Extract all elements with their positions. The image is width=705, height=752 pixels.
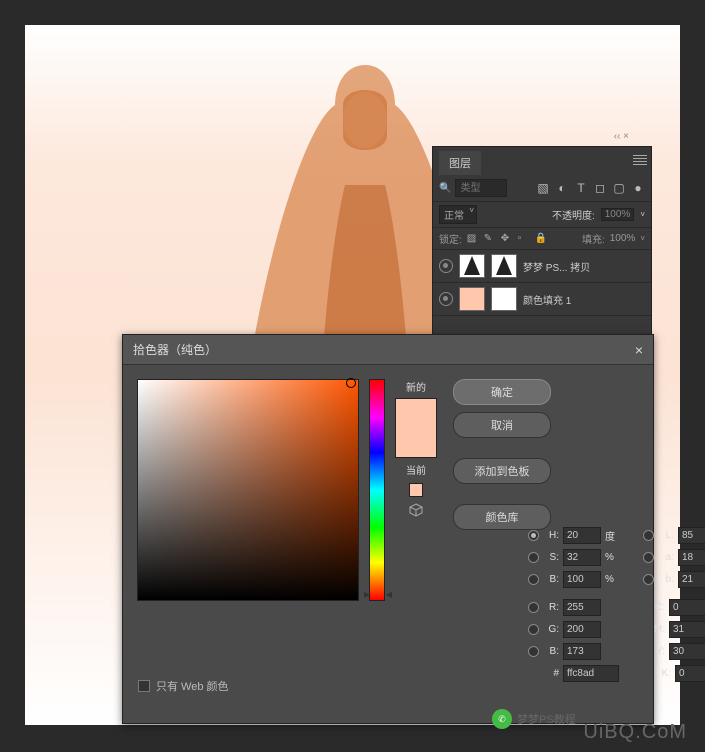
g-label: G:: [543, 624, 559, 635]
a-input[interactable]: [678, 549, 705, 566]
visibility-icon[interactable]: [439, 259, 453, 273]
sb-cursor[interactable]: [346, 378, 356, 388]
add-swatch-button[interactable]: 添加到色板: [453, 458, 551, 484]
filter-image-icon[interactable]: ▧: [536, 181, 550, 195]
color-picker-dialog: 拾色器（纯色） × ▶◀ 新的 当前 确定 取消 添加到色板 颜色库: [122, 334, 654, 724]
current-color-swatch[interactable]: [396, 428, 436, 457]
layers-panel: ‹‹ × 图层 🔍 ▧ ◐ T ◻ ▢ ● 正常 不透明度: 100% ˅ 锁定…: [432, 146, 652, 356]
lock-artboard-icon[interactable]: ▫: [518, 233, 530, 245]
layer-mask-thumbnail[interactable]: [491, 287, 517, 311]
cube-icon[interactable]: [409, 503, 423, 517]
lock-move-icon[interactable]: ✥: [501, 233, 513, 245]
filter-toggle-icon[interactable]: ●: [631, 181, 645, 195]
watermark-url: UiBQ.CoM: [583, 721, 687, 744]
color-compare-swatch: [395, 398, 437, 458]
fill-value[interactable]: 100%: [610, 233, 636, 244]
filter-adjust-icon[interactable]: ◐: [555, 181, 569, 195]
radio-h[interactable]: [528, 530, 539, 541]
opacity-label: 不透明度:: [552, 207, 595, 222]
layer-mask-thumbnail[interactable]: [491, 254, 517, 278]
websafe-swatch-icon[interactable]: [409, 483, 423, 497]
bb-label: B:: [543, 646, 559, 657]
web-only-label: 只有 Web 颜色: [156, 678, 229, 694]
lock-label: 锁定:: [439, 231, 462, 246]
filter-shape-icon[interactable]: ◻: [593, 181, 607, 195]
radio-b[interactable]: [643, 574, 654, 585]
visibility-icon[interactable]: [439, 292, 453, 306]
saturation-brightness-field[interactable]: [137, 379, 359, 601]
filter-smart-icon[interactable]: ▢: [612, 181, 626, 195]
r-label: R:: [543, 602, 559, 613]
h-input[interactable]: [563, 527, 601, 544]
web-only-checkbox-row[interactable]: 只有 Web 颜色: [138, 678, 229, 694]
k-label: K:: [649, 668, 671, 679]
watermark-brand: ✆ 梦梦PS教程: [492, 709, 576, 729]
panel-collapse-icon[interactable]: ‹‹ ×: [614, 131, 629, 142]
b-label: b:: [658, 574, 674, 585]
opacity-value[interactable]: 100%: [601, 208, 635, 221]
fill-label: 填充:: [582, 231, 605, 246]
radio-a[interactable]: [643, 552, 654, 563]
web-only-checkbox[interactable]: [138, 680, 150, 692]
radio-s[interactable]: [528, 552, 539, 563]
radio-bb[interactable]: [528, 646, 539, 657]
ok-button[interactable]: 确定: [453, 379, 551, 405]
new-color-label: 新的: [406, 379, 426, 394]
search-icon: 🔍: [439, 183, 451, 194]
layer-filter-row: 🔍 ▧ ◐ T ◻ ▢ ●: [433, 175, 651, 202]
c-input[interactable]: [669, 599, 705, 616]
layer-row[interactable]: 颜色填充 1: [433, 283, 651, 316]
g-input[interactable]: [563, 621, 601, 638]
hue-slider-handle[interactable]: ▶◀: [364, 590, 392, 599]
filter-type-icon[interactable]: T: [574, 181, 588, 195]
current-color-label: 当前: [406, 462, 426, 477]
layer-row[interactable]: 梦梦 PS... 拷贝: [433, 250, 651, 283]
wechat-icon: ✆: [492, 709, 512, 729]
a-label: a:: [658, 552, 674, 563]
lock-paint-icon[interactable]: ✎: [484, 233, 496, 245]
radio-g[interactable]: [528, 624, 539, 635]
layer-name[interactable]: 梦梦 PS... 拷贝: [523, 259, 590, 274]
cancel-button[interactable]: 取消: [453, 412, 551, 438]
hex-label: #: [543, 668, 559, 679]
l-label: L:: [658, 530, 674, 541]
bv-input[interactable]: [563, 571, 601, 588]
blend-mode-select[interactable]: 正常: [439, 205, 477, 224]
y-input[interactable]: [669, 643, 705, 660]
bv-label: B:: [543, 574, 559, 585]
radio-r[interactable]: [528, 602, 539, 613]
lock-lock-icon[interactable]: 🔒: [535, 233, 547, 245]
s-input[interactable]: [563, 549, 601, 566]
dialog-titlebar[interactable]: 拾色器（纯色） ×: [123, 335, 653, 365]
radio-l[interactable]: [643, 530, 654, 541]
l-input[interactable]: [678, 527, 705, 544]
dialog-title: 拾色器（纯色）: [133, 341, 217, 358]
layer-filter-input[interactable]: [455, 179, 507, 197]
k-input[interactable]: [675, 665, 705, 682]
b-input[interactable]: [678, 571, 705, 588]
m-label: M:: [643, 624, 665, 635]
layers-tab[interactable]: 图层: [439, 151, 481, 175]
m-input[interactable]: [669, 621, 705, 638]
hex-input[interactable]: [563, 665, 619, 682]
h-label: H:: [543, 530, 559, 541]
new-color-swatch: [396, 399, 436, 428]
c-label: C:: [643, 602, 665, 613]
layer-thumbnail[interactable]: [459, 254, 485, 278]
lock-all-icon[interactable]: ▨: [467, 233, 479, 245]
layer-name[interactable]: 颜色填充 1: [523, 292, 571, 307]
hue-slider[interactable]: ▶◀: [369, 379, 385, 601]
layer-thumbnail[interactable]: [459, 287, 485, 311]
radio-bv[interactable]: [528, 574, 539, 585]
r-input[interactable]: [563, 599, 601, 616]
close-icon[interactable]: ×: [635, 342, 643, 358]
y-label: Y:: [643, 646, 665, 657]
bb-input[interactable]: [563, 643, 601, 660]
color-value-fields: H: 度 L: S: % a: B: % b: R: C: %: [528, 527, 705, 687]
s-label: S:: [543, 552, 559, 563]
panel-menu-icon[interactable]: [633, 153, 647, 163]
